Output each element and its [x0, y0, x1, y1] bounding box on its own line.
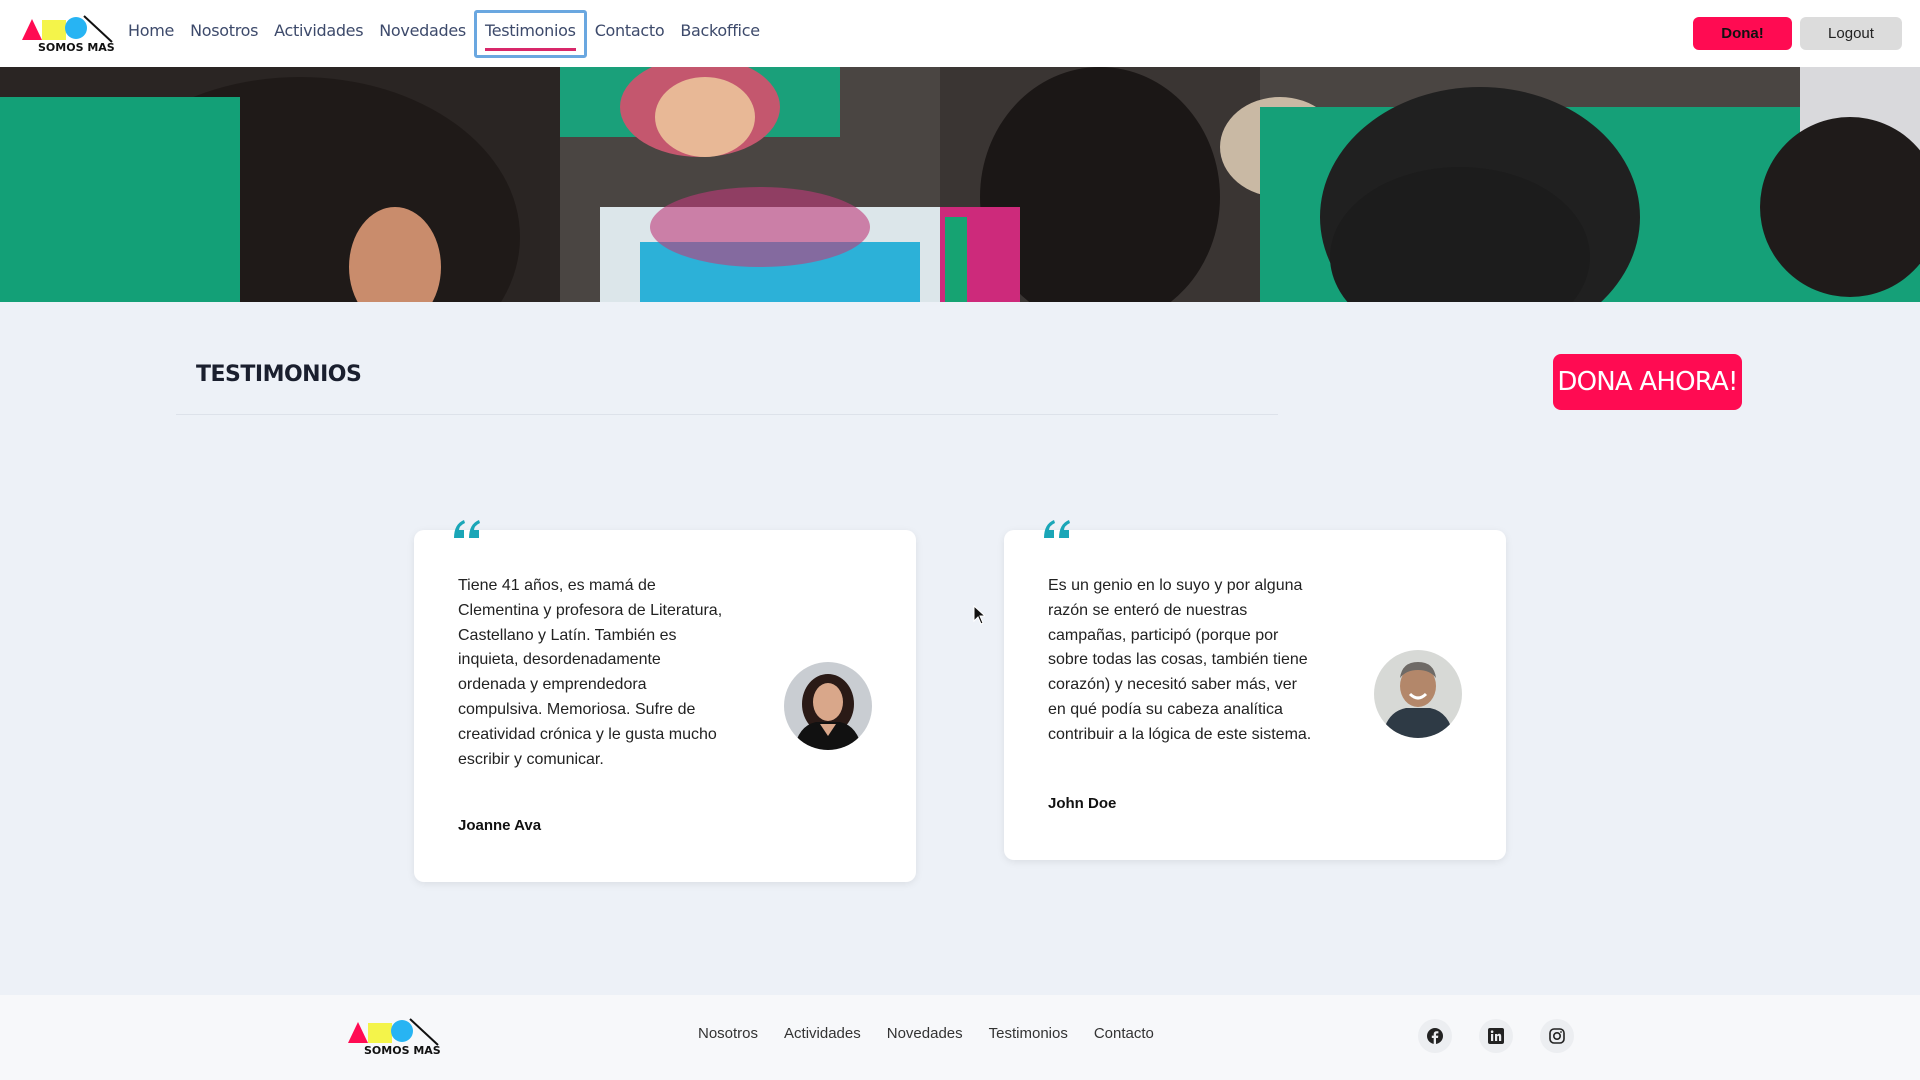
footer-link-nosotros[interactable]: Nosotros [698, 1025, 758, 1042]
footer-link-actividades[interactable]: Actividades [784, 1025, 861, 1042]
quote-icon [1044, 520, 1070, 538]
title-divider [176, 414, 1278, 415]
nav-testimonios[interactable]: Testimonios [473, 10, 587, 58]
hero-banner-image [0, 67, 1920, 302]
mouse-cursor-icon [973, 605, 985, 625]
nav-actividades[interactable]: Actividades [266, 10, 371, 58]
top-navbar: SOMOS MAS Home Nosotros Actividades Nove… [0, 0, 1920, 67]
footer: SOMOS MAS Nosotros Actividades Novedades… [0, 995, 1920, 1080]
nav-novedades[interactable]: Novedades [371, 10, 474, 58]
somos-mas-logo[interactable]: SOMOS MAS [22, 14, 114, 54]
footer-link-testimonios[interactable]: Testimonios [989, 1025, 1068, 1042]
nav-contacto[interactable]: Contacto [587, 10, 673, 58]
nav-backoffice[interactable]: Backoffice [672, 10, 767, 58]
footer-logo-text: SOMOS MAS [364, 1044, 440, 1057]
avatar [784, 662, 872, 750]
testimonial-text: Es un genio en lo suyo y por alguna razó… [1048, 577, 1312, 743]
footer-logo[interactable]: SOMOS MAS [348, 1017, 440, 1057]
page-title: TESTIMONIOS [196, 362, 362, 387]
testimonial-author: Joanne Ava [458, 817, 542, 834]
avatar [1374, 650, 1462, 738]
nav-home[interactable]: Home [120, 10, 182, 58]
main-nav: Home Nosotros Actividades Novedades Test… [120, 10, 768, 58]
facebook-icon[interactable] [1418, 1019, 1452, 1053]
testimonial-text: Tiene 41 años, es mamá de Clementina y p… [458, 577, 723, 768]
footer-nav: Nosotros Actividades Novedades Testimoni… [698, 1025, 1154, 1042]
testimonial-card: Es un genio en lo suyo y por alguna razó… [1004, 520, 1506, 860]
instagram-icon[interactable] [1540, 1019, 1574, 1053]
dona-ahora-button[interactable]: DONA AHORA! [1553, 354, 1742, 410]
logo-text: SOMOS MAS [38, 41, 114, 54]
footer-link-novedades[interactable]: Novedades [887, 1025, 963, 1042]
footer-link-contacto[interactable]: Contacto [1094, 1025, 1154, 1042]
logout-button[interactable]: Logout [1800, 17, 1902, 50]
dona-button[interactable]: Dona! [1693, 17, 1792, 50]
quote-icon [454, 520, 480, 538]
linkedin-icon[interactable] [1479, 1019, 1513, 1053]
nav-nosotros[interactable]: Nosotros [182, 10, 266, 58]
testimonial-author: John Doe [1048, 795, 1117, 812]
testimonial-card: Tiene 41 años, es mamá de Clementina y p… [414, 520, 916, 882]
